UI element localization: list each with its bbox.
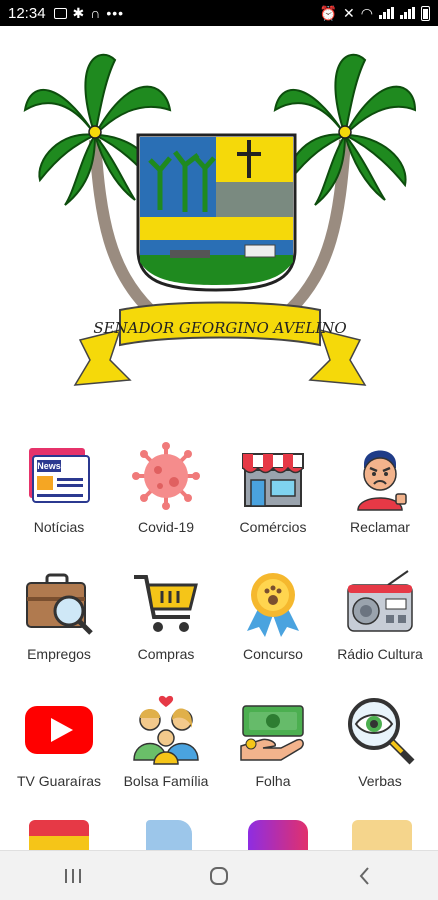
news-icon: News <box>29 448 90 503</box>
tile-label: Comércios <box>239 519 307 535</box>
tile-compras[interactable]: Compras <box>116 567 216 663</box>
tile-bolsa-familia[interactable]: Bolsa Família <box>116 694 216 790</box>
tile-reclamar[interactable]: Reclamar <box>330 440 430 536</box>
tile-label: Folha <box>255 773 291 789</box>
back-button[interactable] <box>335 856 395 896</box>
tile-label: Reclamar <box>350 519 410 535</box>
magnifier-eye-icon <box>348 698 415 765</box>
tile-label: Rádio Cultura <box>337 646 423 662</box>
instagram-icon[interactable] <box>248 820 308 850</box>
screen-icon <box>53 7 67 19</box>
money-hand-icon <box>240 705 304 761</box>
tile-concurso[interactable]: Concurso <box>223 567 323 663</box>
virus-icon <box>132 442 200 510</box>
store-icon <box>242 453 304 507</box>
briefcase-search-icon <box>26 573 93 635</box>
shield <box>136 133 297 292</box>
angry-man-icon <box>357 450 407 511</box>
recent-apps-button[interactable] <box>43 856 103 896</box>
home-button[interactable] <box>189 856 249 896</box>
medal-icon <box>247 573 299 637</box>
alarm-icon: ⏰ <box>319 4 338 21</box>
mute-icon: ✕ <box>343 4 355 21</box>
svg-text:News: News <box>37 461 61 471</box>
banner-text: SENADOR GEORGINO AVELINO <box>93 319 346 337</box>
tile-label: Notícias <box>33 519 85 535</box>
tile-label: Bolsa Família <box>123 773 209 789</box>
picture-icon[interactable] <box>352 820 412 850</box>
shopping-cart-icon <box>134 575 198 632</box>
tile-label: Covid-19 <box>137 519 195 535</box>
signal-2-icon <box>400 7 415 19</box>
partial-next-row <box>0 820 438 850</box>
sync-icon: ✱ <box>72 4 85 21</box>
android-navigation-bar <box>0 850 438 900</box>
tile-noticias[interactable]: News Notícias <box>9 440 109 536</box>
tile-folha[interactable]: Folha <box>223 694 323 790</box>
back-icon <box>359 866 369 885</box>
tile-label: Concurso <box>243 646 303 662</box>
tile-label: TV Guaraíras <box>16 773 102 789</box>
tile-comercios[interactable]: Comércios <box>223 440 323 536</box>
document-icon[interactable] <box>146 820 192 850</box>
signal-icon <box>379 7 394 19</box>
more-notifications-icon: ••• <box>106 5 125 21</box>
headset-icon: ∩ <box>90 5 101 21</box>
tile-label: Compras <box>137 646 195 662</box>
home-icon <box>210 866 228 885</box>
wifi-icon: ◠ <box>360 4 373 21</box>
calendar-icon[interactable] <box>29 820 89 850</box>
family-icon <box>133 695 199 765</box>
tile-tv-guarairas[interactable]: TV Guaraíras <box>9 694 109 790</box>
tile-empregos[interactable]: Empregos <box>9 567 109 663</box>
tile-radio-cultura[interactable]: Rádio Cultura <box>330 567 430 663</box>
banner-ribbon: SENADOR GEORGINO AVELINO <box>73 301 367 386</box>
tile-label: Verbas <box>358 773 402 789</box>
status-bar: 12:34 ✱ ∩ ••• ⏰ ✕ ◠ <box>0 0 438 26</box>
battery-icon <box>421 5 430 21</box>
tile-label: Empregos <box>27 646 91 662</box>
tile-covid[interactable]: Covid-19 <box>116 440 216 536</box>
radio-icon <box>347 570 413 632</box>
system-icons: ⏰ ✕ ◠ <box>320 5 430 22</box>
recents-icon <box>65 868 81 883</box>
tile-verbas[interactable]: Verbas <box>330 694 430 790</box>
municipal-coat-of-arms: SENADOR GEORGINO AVELINO <box>23 53 417 386</box>
clock: 12:34 <box>8 4 46 22</box>
notification-icons: ✱ ∩ ••• <box>53 4 125 22</box>
youtube-play-icon <box>25 706 93 754</box>
